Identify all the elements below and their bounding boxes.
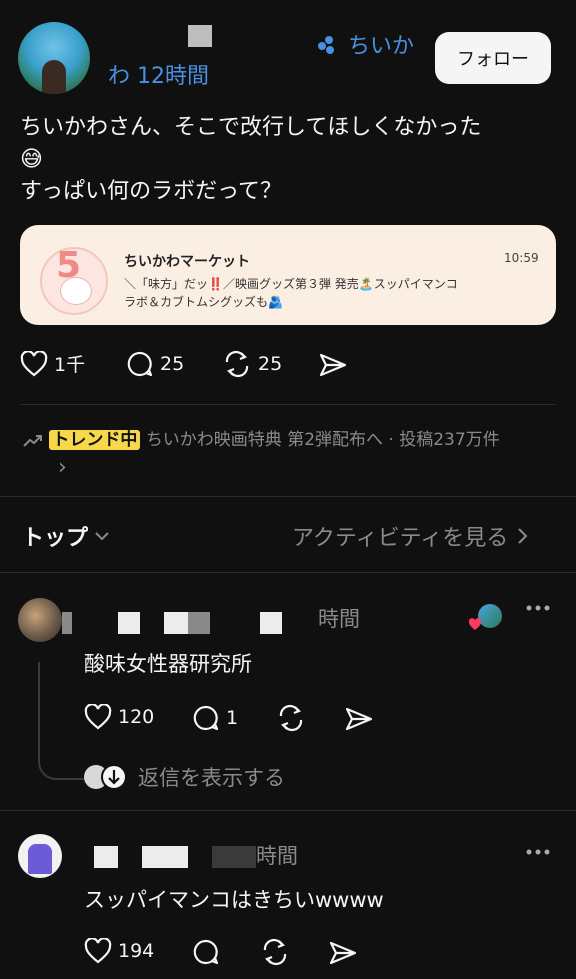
- post-text: ちいかわさん、そこで改行してほしくなかった 😅 すっぱい何のラボだって？: [20, 112, 481, 208]
- post-emoji: 😅: [20, 147, 43, 172]
- repost-count: 25: [258, 353, 283, 375]
- divider: [0, 572, 576, 573]
- embed-text-line1: ＼「味方」だッ‼️／映画グッズ第３弾 発売🏝️スッパイマンコ: [124, 277, 458, 291]
- post-text-line2: すっぱい何のラボだって？: [20, 179, 283, 204]
- sort-top-dropdown[interactable]: トップ: [22, 520, 110, 552]
- arrow-down-circle-icon: [100, 763, 128, 791]
- reply-1-like-button[interactable]: 120: [84, 704, 154, 730]
- comment-icon: [126, 350, 154, 378]
- redacted-username: [164, 612, 188, 634]
- follow-button[interactable]: フォロー: [435, 32, 551, 84]
- heart-icon: [84, 938, 112, 964]
- thread-line: [38, 662, 84, 780]
- reply-2-reply-button[interactable]: [192, 938, 220, 966]
- heart-icon: [20, 350, 48, 377]
- trend-text: ちいかわ映画特典 第2弾配布へ · 投稿237万件: [145, 430, 500, 450]
- reply-1-reply-button[interactable]: 1: [192, 704, 238, 732]
- share-button[interactable]: [318, 352, 348, 378]
- reply-count: 25: [160, 353, 185, 375]
- chevron-down-icon: [94, 530, 110, 542]
- topic-dots-icon: [316, 33, 342, 55]
- redacted-username: [188, 25, 212, 47]
- repost-button[interactable]: 25: [222, 350, 282, 378]
- redacted-username: [118, 612, 140, 634]
- send-icon: [318, 352, 348, 378]
- embed-time: 10:59: [504, 251, 539, 265]
- redacted-username: [188, 612, 210, 634]
- redacted-username: [260, 612, 282, 634]
- reply-2-text: スッパイマンコはきちいwwww: [84, 888, 384, 912]
- like-count: 1千: [54, 354, 86, 376]
- like-button[interactable]: 1千: [20, 350, 85, 377]
- topic-tag[interactable]: ちいか: [316, 28, 414, 60]
- reply-2-more-button[interactable]: [526, 848, 550, 856]
- repost-icon: [276, 704, 306, 732]
- topic-label: ちいか: [348, 34, 415, 59]
- reply-button[interactable]: 25: [126, 350, 184, 378]
- redacted-username: [212, 846, 256, 868]
- view-activity-link[interactable]: アクティビティを見る: [292, 520, 528, 552]
- post-time-partial: わ 12時間: [108, 58, 209, 90]
- send-icon: [344, 706, 374, 732]
- reply-2-like-count: 194: [118, 940, 155, 962]
- chevron-right-icon: [516, 527, 528, 545]
- repost-icon: [260, 938, 290, 966]
- reply-avatars-stack: [84, 763, 128, 791]
- more-icon: [526, 604, 550, 612]
- more-icon: [526, 848, 550, 856]
- reply-2-time: 時間: [256, 844, 298, 868]
- repost-icon: [222, 350, 252, 378]
- reply-1-heart-badge: [468, 616, 482, 635]
- reply-1-share-button[interactable]: [344, 706, 374, 732]
- trend-chevron: ›: [58, 455, 67, 480]
- reply-1-reply-count: 1: [226, 707, 239, 729]
- author-avatar[interactable]: [18, 22, 90, 94]
- embedded-post-card[interactable]: 5 ちいかわマーケット 10:59 ＼「味方」だッ‼️／映画グッズ第３弾 発売🏝…: [20, 225, 556, 325]
- show-replies-link[interactable]: 返信を表示する: [84, 762, 285, 792]
- reply-1-time: 時間: [318, 607, 360, 631]
- divider: [0, 496, 576, 497]
- divider: [20, 404, 556, 405]
- reply-2-avatar[interactable]: [18, 834, 62, 878]
- send-icon: [328, 940, 358, 966]
- heart-icon: [84, 704, 112, 730]
- post-time-partial-text: わ 12時間: [108, 64, 209, 89]
- view-activity-label: アクティビティを見る: [292, 526, 509, 551]
- sort-top-label: トップ: [22, 526, 89, 551]
- post-text-line1: ちいかわさん、そこで改行してほしくなかった: [20, 115, 482, 140]
- show-replies-label: 返信を表示する: [138, 766, 285, 790]
- trend-badge: トレンド中: [49, 430, 141, 450]
- comment-icon: [192, 938, 220, 966]
- reply-2-share-button[interactable]: [328, 940, 358, 966]
- comment-icon: [192, 704, 220, 732]
- redacted-username: [142, 846, 188, 868]
- trend-row[interactable]: トレンド中 ちいかわ映画特典 第2弾配布へ · 投稿237万件 ›: [22, 426, 562, 482]
- divider: [0, 810, 576, 811]
- reply-1-more-button[interactable]: [526, 604, 550, 612]
- reply-1-repost-button[interactable]: [276, 704, 306, 732]
- embed-avatar: 5: [40, 245, 108, 315]
- reply-2-like-button[interactable]: 194: [84, 938, 154, 964]
- embed-title: ちいかわマーケット: [124, 254, 250, 270]
- embed-text-line2: ラボ＆カブトムシグッズも🫂: [124, 295, 283, 309]
- reply-2-repost-button[interactable]: [260, 938, 290, 966]
- redacted-username: [94, 846, 118, 868]
- reply-1-like-count: 120: [118, 706, 155, 728]
- reply-1-avatar[interactable]: [18, 598, 62, 642]
- reply-1-text: 酸味女性器研究所: [84, 652, 252, 676]
- follow-button-label: フォロー: [457, 49, 529, 70]
- trending-icon: [22, 432, 44, 448]
- redacted-username: [62, 612, 72, 634]
